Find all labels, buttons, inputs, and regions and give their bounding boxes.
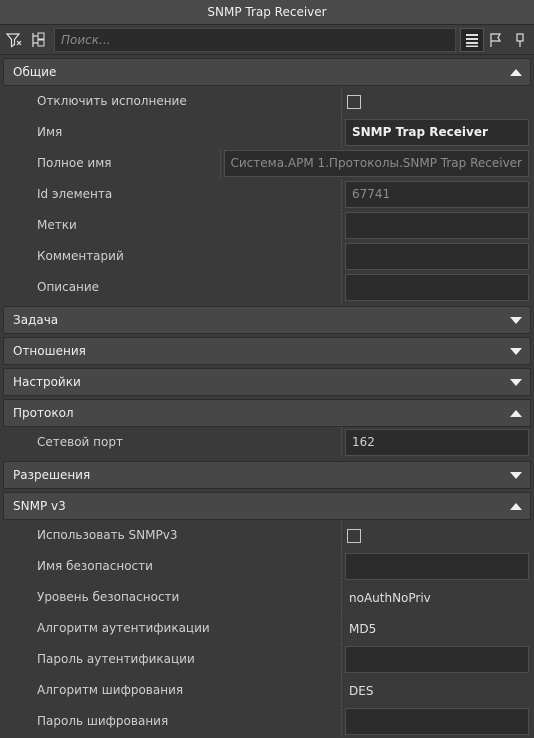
row-comment: Комментарий — [3, 241, 531, 272]
row-label: Пароль аутентификации — [3, 644, 342, 675]
expand-arrow-icon[interactable] — [510, 471, 522, 479]
row-security-name: Имя безопасности — [3, 551, 531, 582]
fullname-field: Система.АРМ 1.Протоколы.SNMP Trap Receiv… — [223, 150, 529, 177]
section-snmpv3[interactable]: SNMP v3 — [3, 492, 531, 520]
use-snmpv3-checkbox[interactable] — [347, 528, 361, 543]
row-label: Алгоритм шифрования — [3, 675, 342, 706]
security-name-field[interactable] — [345, 553, 529, 580]
section-permissions[interactable]: Разрешения — [3, 461, 531, 489]
section-title: Задача — [13, 313, 59, 327]
toolbar: Поиск... — [0, 25, 534, 55]
collapse-arrow-icon[interactable] — [510, 502, 522, 510]
row-label: Сетевой порт — [3, 427, 342, 458]
security-level-select[interactable]: noAuthNoPriv — [345, 591, 431, 605]
expand-arrow-icon[interactable] — [510, 347, 522, 355]
comment-field[interactable] — [345, 243, 529, 270]
row-label: Id элемента — [3, 179, 342, 210]
section-protocol[interactable]: Протокол — [3, 399, 531, 427]
auth-password-field[interactable] — [345, 646, 529, 673]
window-title: SNMP Trap Receiver — [0, 0, 534, 25]
expand-arrow-icon[interactable] — [510, 378, 522, 386]
row-label: Уровень безопасности — [3, 582, 342, 613]
section-title: SNMP v3 — [13, 499, 66, 513]
row-label: Имя — [3, 117, 342, 148]
section-title: Общие — [13, 65, 57, 79]
enc-password-field[interactable] — [345, 708, 529, 735]
list-view-icon[interactable] — [460, 27, 484, 52]
section-task[interactable]: Задача — [3, 306, 531, 334]
row-tags: Метки — [3, 210, 531, 241]
row-port: Сетевой порт 162 — [3, 427, 531, 458]
section-title: Настройки — [13, 375, 81, 389]
port-field[interactable]: 162 — [345, 429, 529, 456]
row-auth-algorithm: Алгоритм аутентификации MD5 — [3, 613, 531, 644]
row-enc-algorithm: Алгоритм шифрования DES — [3, 675, 531, 706]
row-security-level: Уровень безопасности noAuthNoPriv — [3, 582, 531, 613]
row-label: Пароль шифрования — [3, 706, 342, 737]
section-relations[interactable]: Отношения — [3, 337, 531, 365]
row-auth-password: Пароль аутентификации — [3, 644, 531, 675]
row-use-snmpv3: Использовать SNMPv3 — [3, 520, 531, 551]
id-field: 67741 — [345, 181, 529, 208]
row-description: Описание — [3, 272, 531, 303]
property-grid: Общие Отключить исполнение Имя SNMP Trap… — [0, 58, 534, 737]
name-field[interactable]: SNMP Trap Receiver — [345, 119, 529, 146]
row-label: Имя безопасности — [3, 551, 342, 582]
section-settings[interactable]: Настройки — [3, 368, 531, 396]
filter-icon[interactable] — [2, 28, 26, 52]
tags-field[interactable] — [345, 212, 529, 239]
row-label: Полное имя — [3, 148, 221, 179]
row-name: Имя SNMP Trap Receiver — [3, 117, 531, 148]
row-enc-password: Пароль шифрования — [3, 706, 531, 737]
collapse-tree-icon[interactable] — [26, 28, 50, 52]
disable-checkbox[interactable] — [347, 94, 361, 109]
enc-algorithm-select[interactable]: DES — [345, 684, 373, 698]
section-title: Отношения — [13, 344, 86, 358]
flag-icon[interactable] — [484, 28, 508, 52]
row-fullname: Полное имя Система.АРМ 1.Протоколы.SNMP … — [3, 148, 531, 179]
description-field[interactable] — [345, 274, 529, 301]
collapse-arrow-icon[interactable] — [510, 409, 522, 417]
row-disable: Отключить исполнение — [3, 86, 531, 117]
section-general[interactable]: Общие — [3, 58, 531, 86]
row-label: Алгоритм аутентификации — [3, 613, 342, 644]
collapse-arrow-icon[interactable] — [510, 68, 522, 76]
row-id: Id элемента 67741 — [3, 179, 531, 210]
section-title: Протокол — [13, 406, 74, 420]
search-input[interactable]: Поиск... — [54, 27, 456, 52]
row-label: Метки — [3, 210, 342, 241]
expand-arrow-icon[interactable] — [510, 316, 522, 324]
row-label: Комментарий — [3, 241, 342, 272]
row-label: Описание — [3, 272, 342, 303]
row-label: Использовать SNMPv3 — [3, 520, 342, 551]
auth-algorithm-select[interactable]: MD5 — [345, 622, 376, 636]
pin-icon[interactable] — [508, 28, 532, 52]
row-label: Отключить исполнение — [3, 86, 342, 117]
section-title: Разрешения — [13, 468, 91, 482]
